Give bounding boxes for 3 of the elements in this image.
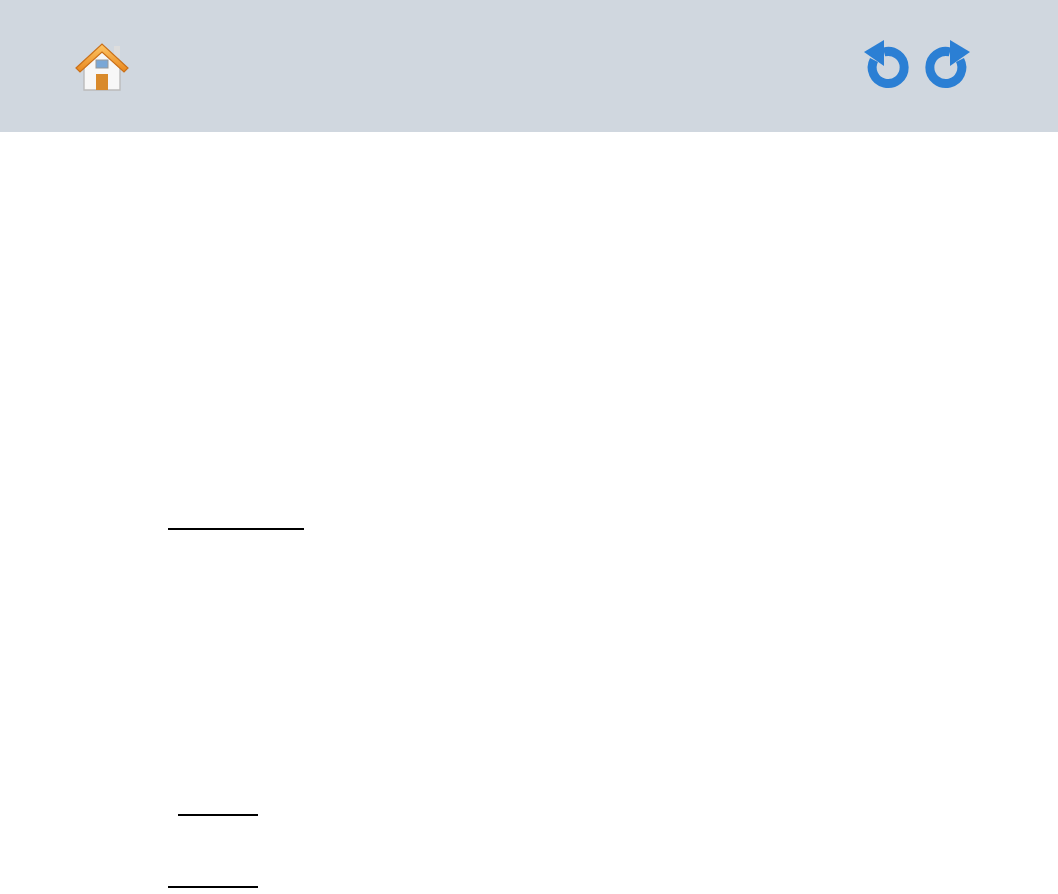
redo-icon[interactable] (922, 40, 974, 92)
home-icon[interactable] (74, 39, 130, 93)
undo-icon[interactable] (860, 40, 912, 92)
